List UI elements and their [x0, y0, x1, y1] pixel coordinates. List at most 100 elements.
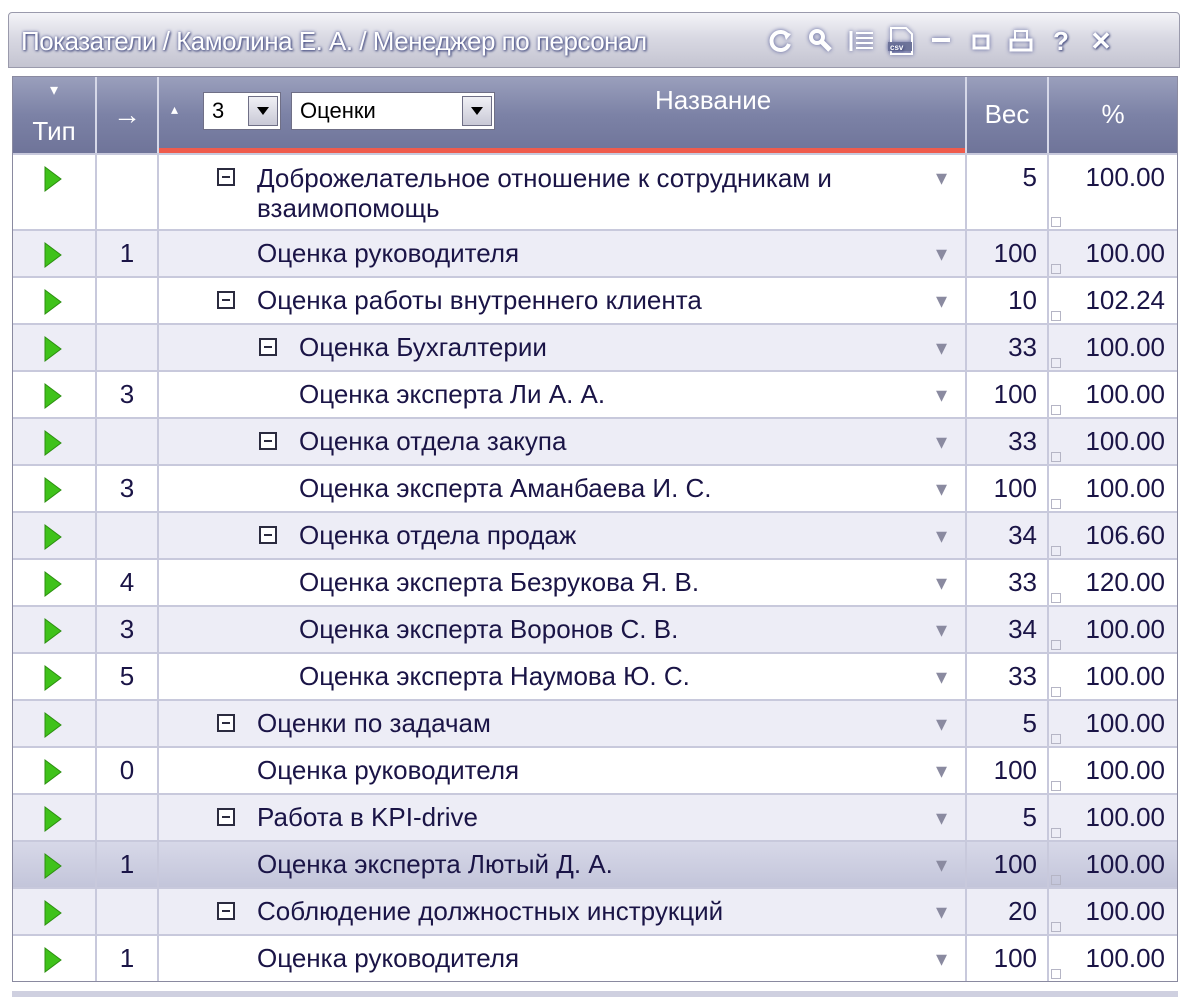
table-row[interactable]: 1 Оценка эксперта Лютый Д. А. ▾ 100 100.00	[13, 840, 1177, 887]
name-cell[interactable]: Оценка работы внутреннего клиента ▾	[159, 278, 967, 323]
chevron-down-icon[interactable]: ▾	[936, 155, 947, 200]
chevron-down-icon[interactable]: ▾	[936, 748, 947, 793]
name-cell[interactable]: Оценка руководителя ▾	[159, 231, 967, 276]
percent-cell[interactable]: 100.00	[1049, 795, 1177, 840]
percent-cell[interactable]: 100.00	[1049, 231, 1177, 276]
column-name[interactable]: ▴ 3 Оценки Название	[159, 77, 967, 153]
name-cell[interactable]: Оценка эксперта Лютый Д. А. ▾	[159, 842, 967, 887]
chevron-down-icon[interactable]: ▾	[936, 607, 947, 652]
collapse-icon[interactable]	[259, 338, 277, 356]
collapse-icon[interactable]	[217, 902, 235, 920]
weight-cell[interactable]: 100	[967, 936, 1049, 981]
table-row[interactable]: Оценка Бухгалтерии ▾ 33 100.00	[13, 323, 1177, 370]
percent-cell[interactable]: 102.24	[1049, 278, 1177, 323]
chevron-down-icon[interactable]: ▾	[936, 560, 947, 605]
collapse-icon[interactable]	[259, 526, 277, 544]
name-cell[interactable]: Оценка руководителя ▾	[159, 936, 967, 981]
weight-cell[interactable]: 10	[967, 278, 1049, 323]
percent-cell[interactable]: 100.00	[1049, 654, 1177, 699]
name-cell[interactable]: Доброжелательное отношение к сотрудникам…	[159, 155, 967, 229]
table-row[interactable]: Оценка отдела продаж ▾ 34 106.60	[13, 511, 1177, 558]
name-cell[interactable]: Оценки по задачам ▾	[159, 701, 967, 746]
name-cell[interactable]: Оценка отдела закупа ▾	[159, 419, 967, 464]
weight-cell[interactable]: 34	[967, 607, 1049, 652]
column-arrow[interactable]: →	[97, 77, 159, 153]
weight-cell[interactable]: 5	[967, 795, 1049, 840]
table-row[interactable]: Оценка работы внутреннего клиента ▾ 10 102.…	[13, 276, 1177, 323]
percent-cell[interactable]: 100.00	[1049, 325, 1177, 370]
weight-cell[interactable]: 100	[967, 466, 1049, 511]
chevron-down-icon[interactable]: ▾	[936, 936, 947, 981]
name-cell[interactable]: Оценка эксперта Безрукова Я. В. ▾	[159, 560, 967, 605]
collapse-icon[interactable]	[217, 291, 235, 309]
percent-cell[interactable]: 100.00	[1049, 466, 1177, 511]
percent-cell[interactable]: 100.00	[1049, 419, 1177, 464]
chevron-down-icon[interactable]: ▾	[936, 654, 947, 699]
percent-cell[interactable]: 100.00	[1049, 889, 1177, 934]
level-select[interactable]: 3	[203, 92, 281, 130]
weight-cell[interactable]: 5	[967, 701, 1049, 746]
table-row[interactable]: 4 Оценка эксперта Безрукова Я. В. ▾ 33 120.0…	[13, 558, 1177, 605]
weight-cell[interactable]: 5	[967, 155, 1049, 229]
percent-cell[interactable]: 100.00	[1049, 748, 1177, 793]
percent-cell[interactable]: 100.00	[1049, 842, 1177, 887]
table-row[interactable]: 3 Оценка эксперта Воронов С. В. ▾ 34 100.00	[13, 605, 1177, 652]
column-weight[interactable]: Вес	[967, 77, 1049, 153]
chevron-down-icon[interactable]: ▾	[936, 419, 947, 464]
weight-cell[interactable]: 33	[967, 654, 1049, 699]
chevron-down-icon[interactable]	[248, 96, 278, 126]
percent-cell[interactable]: 106.60	[1049, 513, 1177, 558]
collapse-icon[interactable]	[259, 432, 277, 450]
table-row[interactable]: 1 Оценка руководителя ▾ 100 100.00	[13, 934, 1177, 981]
column-percent[interactable]: %	[1049, 77, 1177, 153]
refresh-icon[interactable]	[761, 21, 801, 61]
name-cell[interactable]: Оценка эксперта Наумова Ю. С. ▾	[159, 654, 967, 699]
chevron-down-icon[interactable]: ▾	[936, 795, 947, 840]
chevron-down-icon[interactable]	[462, 96, 492, 126]
name-cell[interactable]: Оценка Бухгалтерии ▾	[159, 325, 967, 370]
chevron-down-icon[interactable]: ▾	[936, 701, 947, 746]
name-cell[interactable]: Соблюдение должностных инструкций ▾	[159, 889, 967, 934]
chevron-down-icon[interactable]: ▾	[936, 372, 947, 417]
weight-cell[interactable]: 100	[967, 842, 1049, 887]
collapse-icon[interactable]	[217, 168, 235, 186]
name-cell[interactable]: Оценка эксперта Аманбаева И. С. ▾	[159, 466, 967, 511]
percent-cell[interactable]: 120.00	[1049, 560, 1177, 605]
percent-cell[interactable]: 100.00	[1049, 372, 1177, 417]
chevron-down-icon[interactable]: ▾	[936, 466, 947, 511]
table-row[interactable]: 3 Оценка эксперта Ли А. А. ▾ 100 100.00	[13, 370, 1177, 417]
weight-cell[interactable]: 100	[967, 748, 1049, 793]
collapse-icon[interactable]	[217, 714, 235, 732]
table-row[interactable]: 5 Оценка эксперта Наумова Ю. С. ▾ 33 100.00	[13, 652, 1177, 699]
table-row[interactable]: 3 Оценка эксперта Аманбаева И. С. ▾ 100 100.…	[13, 464, 1177, 511]
kind-select[interactable]: Оценки	[291, 92, 495, 130]
minimize-icon[interactable]	[921, 21, 961, 61]
percent-cell[interactable]: 100.00	[1049, 701, 1177, 746]
table-row[interactable]: 1 Оценка руководителя ▾ 100 100.00	[13, 229, 1177, 276]
name-cell[interactable]: Оценка отдела продаж ▾	[159, 513, 967, 558]
maximize-icon[interactable]	[961, 21, 1001, 61]
weight-cell[interactable]: 20	[967, 889, 1049, 934]
table-row[interactable]: Оценки по задачам ▾ 5 100.00	[13, 699, 1177, 746]
name-cell[interactable]: Оценка эксперта Ли А. А. ▾	[159, 372, 967, 417]
weight-cell[interactable]: 33	[967, 325, 1049, 370]
chevron-down-icon[interactable]: ▾	[936, 231, 947, 276]
chevron-down-icon[interactable]: ▾	[936, 325, 947, 370]
chevron-down-icon[interactable]: ▾	[936, 889, 947, 934]
table-row[interactable]: Работа в KPI-drive ▾ 5 100.00	[13, 793, 1177, 840]
weight-cell[interactable]: 33	[967, 419, 1049, 464]
table-row[interactable]: Соблюдение должностных инструкций ▾ 20 100.…	[13, 887, 1177, 934]
percent-cell[interactable]: 100.00	[1049, 155, 1177, 229]
percent-cell[interactable]: 100.00	[1049, 607, 1177, 652]
chevron-down-icon[interactable]: ▾	[936, 842, 947, 887]
search-icon[interactable]	[801, 21, 841, 61]
close-icon[interactable]: ✕	[1081, 21, 1121, 61]
percent-cell[interactable]: 100.00	[1049, 936, 1177, 981]
name-cell[interactable]: Оценка эксперта Воронов С. В. ▾	[159, 607, 967, 652]
table-row[interactable]: 0 Оценка руководителя ▾ 100 100.00	[13, 746, 1177, 793]
csv-icon[interactable]: csv	[881, 21, 921, 61]
weight-cell[interactable]: 34	[967, 513, 1049, 558]
weight-cell[interactable]: 33	[967, 560, 1049, 605]
weight-cell[interactable]: 100	[967, 231, 1049, 276]
table-row[interactable]: Оценка отдела закупа ▾ 33 100.00	[13, 417, 1177, 464]
